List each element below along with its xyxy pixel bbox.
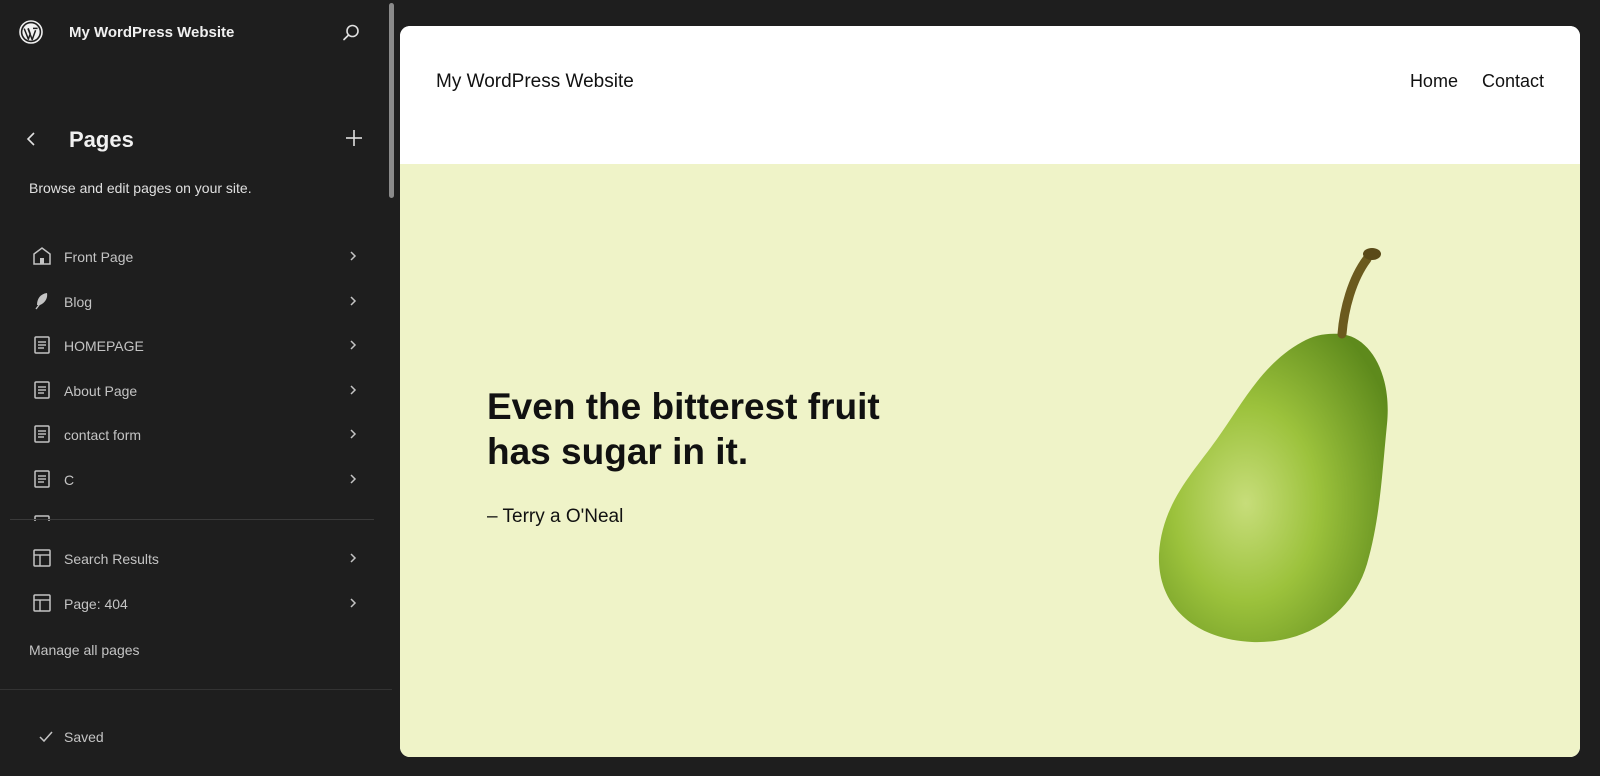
manage-all-pages-link[interactable]: Manage all pages: [29, 642, 140, 658]
layout-icon: [33, 549, 51, 567]
save-status-label: Saved: [64, 729, 104, 745]
nav-link-home[interactable]: Home: [1410, 71, 1458, 92]
nav-link-contact[interactable]: Contact: [1482, 71, 1544, 92]
page-icon: [34, 336, 50, 354]
chevron-right-icon: [350, 474, 357, 484]
page-icon: [34, 425, 50, 444]
sidebar-item-label: Page: 404: [64, 595, 128, 612]
home-icon: [33, 247, 51, 265]
sidebar-item-label: C: [64, 471, 75, 488]
sidebar-item-label: contact form: [64, 427, 142, 444]
chevron-right-icon: [350, 340, 357, 350]
hero-quote-author: – Terry a O'Neal: [487, 506, 624, 527]
pages-header: Pages: [0, 120, 392, 160]
sidebar-item-blog[interactable]: Blog: [10, 280, 374, 325]
chevron-right-icon: [350, 296, 357, 306]
feather-icon: [35, 292, 48, 310]
preview-site-title[interactable]: My WordPress Website: [436, 71, 634, 93]
chevron-left-icon[interactable]: [22, 128, 40, 150]
add-page-button[interactable]: [343, 127, 365, 149]
sidebar-item-label: HOMEPAGE: [64, 338, 144, 355]
sidebar-item-label: About Page: [64, 382, 138, 399]
sidebar-item-search-results[interactable]: Search Results: [10, 537, 374, 582]
sidebar-item-c[interactable]: C: [10, 458, 374, 503]
chevron-right-icon: [350, 598, 357, 608]
footer-divider: [0, 689, 392, 690]
site-title[interactable]: My WordPress Website: [69, 24, 234, 41]
divider: [10, 519, 374, 520]
page-icon: [34, 381, 50, 399]
chevron-right-icon: [350, 553, 357, 563]
wordpress-logo-icon[interactable]: [19, 20, 43, 44]
sidebar-item-label: Front Page: [64, 249, 134, 265]
pear-image: [1158, 248, 1388, 643]
preview-navigation: Home Contact: [1410, 71, 1544, 92]
sidebar-item-homepage[interactable]: HOMEPAGE: [10, 324, 374, 369]
sidebar-item-front-page[interactable]: Front Page: [10, 235, 374, 280]
layout-icon: [33, 593, 51, 612]
sidebar-item-label: Blog: [64, 293, 93, 310]
pages-list: Front Page Blog HOMEPAGE About Page cont…: [10, 235, 374, 521]
preview-header: My WordPress Website Home Contact: [400, 26, 1580, 164]
sidebar-item-page-404[interactable]: Page: 404: [10, 582, 374, 627]
pages-description: Browse and edit pages on your site.: [29, 180, 252, 196]
templates-list: Search Results Page: 404: [10, 537, 374, 626]
search-icon[interactable]: [340, 22, 362, 44]
sidebar-item-label: Search Results: [64, 551, 159, 567]
hero-quote: Even the bitterest fruit has sugar in it…: [487, 386, 880, 472]
page-title: Pages: [69, 127, 134, 152]
check-icon: [39, 731, 53, 743]
sidebar-scrollbar[interactable]: [389, 3, 394, 198]
chevron-right-icon: [350, 385, 357, 395]
chevron-right-icon: [350, 429, 357, 439]
chevron-right-icon: [350, 251, 357, 261]
site-preview-canvas[interactable]: My WordPress Website Home Contact Even t…: [400, 26, 1580, 757]
topbar: My WordPress Website: [0, 0, 392, 64]
hero-section: Even the bitterest fruit has sugar in it…: [400, 164, 1580, 757]
page-icon: [34, 470, 50, 488]
sidebar: My WordPress Website Pages Browse and ed…: [0, 0, 394, 776]
sidebar-item-about-page[interactable]: About Page: [10, 369, 374, 414]
sidebar-item-contact-form[interactable]: contact form: [10, 413, 374, 458]
